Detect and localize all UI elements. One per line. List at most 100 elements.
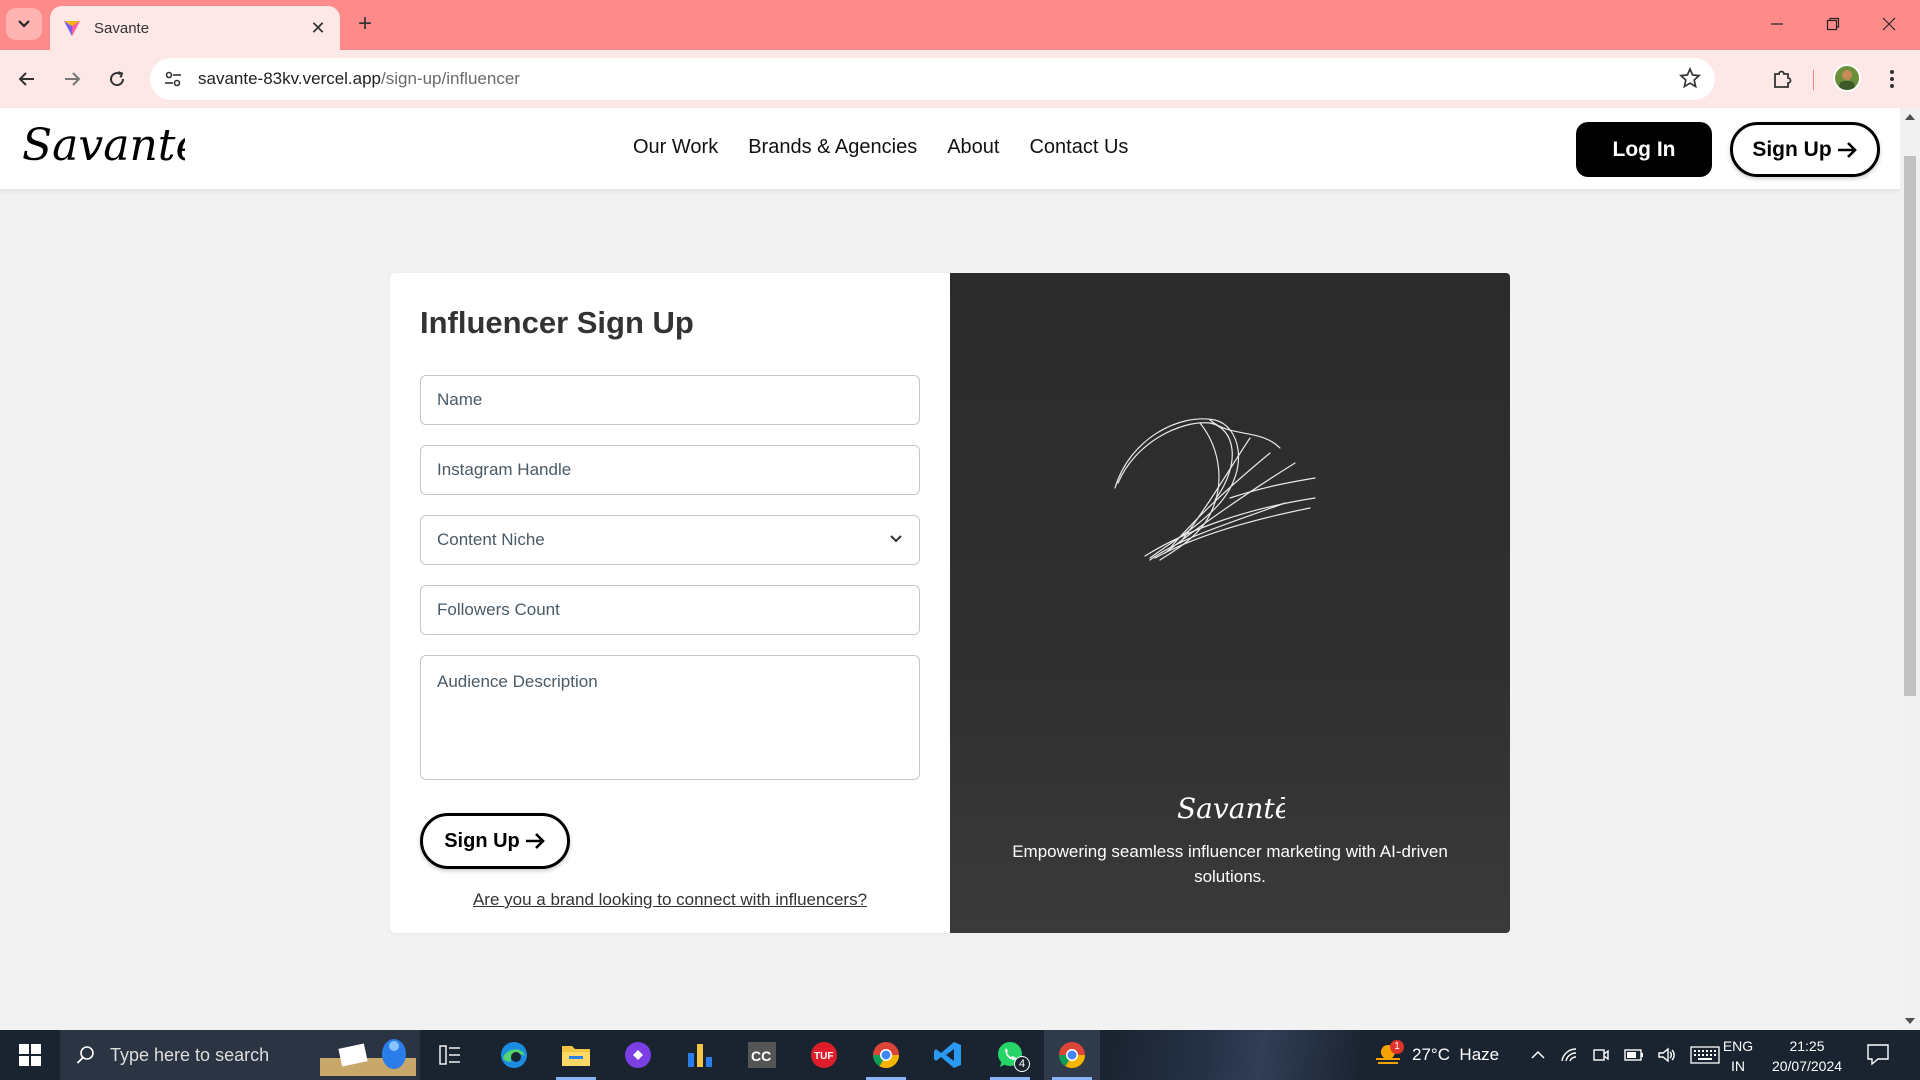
file-explorer-taskbar-app[interactable] <box>548 1030 604 1080</box>
niche-placeholder: Content Niche <box>437 530 545 549</box>
taskbar-clock[interactable]: 21:25 20/07/2024 <box>1762 1036 1852 1076</box>
browser-toolbar: savante-83kv.vercel.app/sign-up/influenc… <box>0 50 1920 108</box>
restore-icon <box>1826 17 1840 31</box>
cc-app-icon: CC <box>748 1042 776 1068</box>
close-window-button[interactable] <box>1866 8 1912 40</box>
chrome-icon <box>872 1042 900 1069</box>
signup-form: Influencer Sign Up Name Instagram Handle… <box>390 273 950 933</box>
clock-time: 21:25 <box>1789 1038 1825 1054</box>
vscode-icon <box>934 1042 961 1068</box>
search-placeholder: Type here to search <box>110 1044 270 1065</box>
page-scrollbar[interactable] <box>1900 108 1920 1030</box>
nav-brands-agencies[interactable]: Brands & Agencies <box>748 136 917 159</box>
start-button[interactable] <box>10 1040 50 1070</box>
volume-icon[interactable] <box>1658 1047 1676 1063</box>
weather-text: 27°C Haze <box>1412 1045 1500 1064</box>
tuf-app-icon: TUF <box>811 1042 837 1068</box>
minimize-icon <box>1771 23 1783 25</box>
name-input[interactable]: Name <box>420 375 920 425</box>
cc-app-taskbar-app[interactable]: CC <box>734 1030 790 1080</box>
chevron-up-icon[interactable] <box>1530 1050 1546 1060</box>
clock-date: 20/07/2024 <box>1771 1058 1843 1074</box>
puzzle-icon <box>1774 70 1792 88</box>
toolbar-divider <box>1813 70 1814 90</box>
windows-logo-icon <box>19 1044 41 1066</box>
purple-app-icon <box>625 1042 651 1068</box>
form-title: Influencer Sign Up <box>420 305 694 340</box>
meet-now-icon[interactable] <box>1592 1046 1610 1064</box>
svg-text:Savantē: Savantē <box>1177 792 1285 825</box>
new-tab-button[interactable]: + <box>352 10 378 40</box>
chrome-icon <box>1058 1042 1086 1069</box>
login-label: Log In <box>1612 137 1676 161</box>
signup-card: Influencer Sign Up Name Instagram Handle… <box>390 273 1510 933</box>
chrome-taskbar-app-2[interactable] <box>1044 1030 1100 1080</box>
savante-logo[interactable]: Savantē <box>20 116 185 176</box>
scrollbar-thumb[interactable] <box>1904 156 1916 696</box>
edge-taskbar-app[interactable] <box>486 1030 542 1080</box>
close-icon <box>1882 17 1896 31</box>
browser-tab-savante[interactable]: Savante ✕ <box>50 6 340 50</box>
url-text: savante-83kv.vercel.app/sign-up/influenc… <box>198 69 520 89</box>
savante-logo-white: Savantē <box>1177 792 1285 825</box>
tab-close-icon[interactable]: ✕ <box>308 18 328 39</box>
scroll-up-arrow[interactable] <box>1905 114 1915 120</box>
followers-count-input[interactable]: Followers Count <box>420 585 920 635</box>
url-domain: savante-83kv.vercel.app <box>198 69 382 88</box>
bookmark-star-icon[interactable] <box>1679 66 1701 94</box>
forward-button[interactable] <box>55 62 89 96</box>
purple-app-taskbar-app[interactable] <box>610 1030 666 1080</box>
restore-button[interactable] <box>1810 8 1856 40</box>
profile-avatar[interactable] <box>1833 64 1861 92</box>
battery-icon[interactable] <box>1624 1049 1644 1061</box>
nav-about[interactable]: About <box>947 136 999 159</box>
weather-widget[interactable]: 1 27°C Haze <box>1374 1030 1499 1080</box>
scroll-down-arrow[interactable] <box>1905 1018 1915 1024</box>
browser-menu-button[interactable] <box>1880 64 1904 94</box>
page-viewport: Savantē Our Work Brands & Agencies About… <box>0 108 1900 1030</box>
nav-contact-us[interactable]: Contact Us <box>1029 136 1128 159</box>
chart-app-taskbar-app[interactable] <box>672 1030 728 1080</box>
instagram-handle-input[interactable]: Instagram Handle <box>420 445 920 495</box>
header-signup-button[interactable]: Sign Up <box>1730 122 1880 177</box>
network-icon[interactable] <box>1560 1047 1578 1063</box>
back-button[interactable] <box>10 62 44 96</box>
login-button[interactable]: Log In <box>1576 122 1712 177</box>
vscode-taskbar-app[interactable] <box>920 1030 976 1080</box>
chrome-taskbar-app-1[interactable] <box>858 1030 914 1080</box>
task-view-button[interactable] <box>422 1030 478 1080</box>
nav-our-work[interactable]: Our Work <box>633 136 718 159</box>
savante-favicon-icon <box>64 21 80 36</box>
lang-line2: IN <box>1731 1058 1745 1074</box>
task-view-icon <box>439 1045 460 1065</box>
taskbar-search[interactable]: Type here to search <box>60 1030 420 1080</box>
tuf-app-taskbar-app[interactable]: TUF <box>796 1030 852 1080</box>
notification-center-button[interactable] <box>1866 1042 1896 1068</box>
reload-icon <box>110 71 125 87</box>
abstract-sketch-illustration <box>1114 418 1316 561</box>
main-nav: Our Work Brands & Agencies About Contact… <box>633 136 1128 159</box>
content-niche-select[interactable]: Content Niche <box>420 515 920 565</box>
svg-text:Savantē: Savantē <box>22 120 185 171</box>
search-highlight-illustration <box>320 1039 416 1076</box>
arrow-right-icon <box>525 833 545 849</box>
brand-signup-link[interactable]: Are you a brand looking to connect with … <box>390 890 950 910</box>
tab-search-button[interactable] <box>6 8 42 40</box>
site-header: Savantē Our Work Brands & Agencies About… <box>0 108 1900 189</box>
form-signup-button[interactable]: Sign Up <box>420 813 570 869</box>
tune-icon <box>165 71 181 87</box>
chevron-down-icon <box>18 20 30 28</box>
extensions-button[interactable] <box>1765 62 1799 96</box>
arrow-left-icon <box>18 72 34 86</box>
folder-icon <box>562 1046 590 1066</box>
site-info-button[interactable] <box>158 64 188 94</box>
audience-description-textarea[interactable]: Audience Description <box>420 655 920 780</box>
address-bar[interactable]: savante-83kv.vercel.app/sign-up/influenc… <box>150 58 1715 100</box>
reload-button[interactable] <box>100 62 134 96</box>
instagram-placeholder: Instagram Handle <box>437 460 572 479</box>
header-signup-label: Sign Up <box>1752 137 1832 161</box>
input-language-indicator[interactable]: ENG IN <box>1718 1036 1758 1076</box>
whatsapp-taskbar-app[interactable]: 4 <box>982 1030 1038 1080</box>
minimize-button[interactable] <box>1754 8 1800 40</box>
keyboard-icon[interactable] <box>1690 1046 1720 1064</box>
